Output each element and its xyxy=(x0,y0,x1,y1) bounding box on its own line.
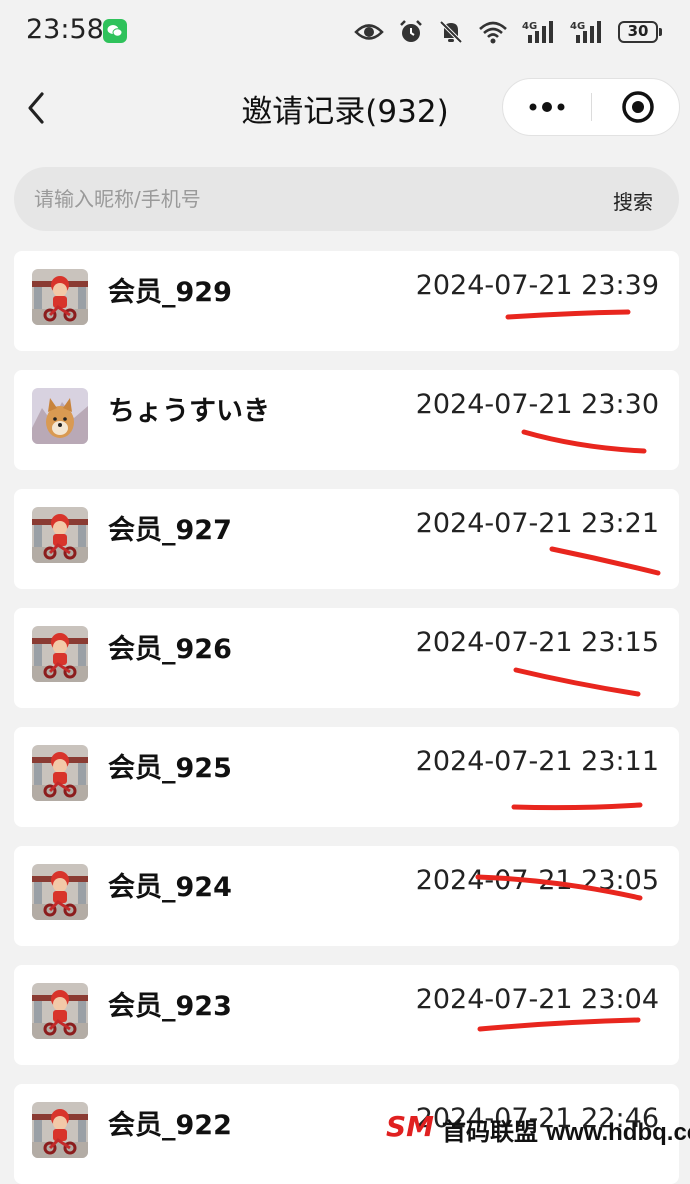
avatar-cartoon-image xyxy=(32,507,88,563)
watermark-name: 首码联盟 xyxy=(442,1118,538,1146)
signal-4g-icon: 4G xyxy=(522,21,553,43)
record-row[interactable]: 会员_926 2024-07-21 23:15 xyxy=(14,608,679,708)
battery-icon: 30 xyxy=(618,21,662,43)
avatar xyxy=(32,388,88,444)
invite-time: 2024-07-21 23:39 xyxy=(415,270,659,301)
avatar xyxy=(32,269,88,325)
member-name: 会员_927 xyxy=(108,515,232,546)
avatar-dog-image xyxy=(32,388,88,444)
invite-time: 2024-07-21 23:05 xyxy=(415,865,659,896)
more-dots-icon xyxy=(529,102,565,112)
avatar-cartoon-image xyxy=(32,745,88,801)
eye-icon xyxy=(354,24,384,40)
status-time: 23:58 xyxy=(26,14,104,45)
avatar xyxy=(32,626,88,682)
member-name: 会员_922 xyxy=(108,1110,232,1141)
member-name: 会员_923 xyxy=(108,991,232,1022)
invite-time: 2024-07-21 23:15 xyxy=(415,627,659,658)
invite-time: 2024-07-21 23:30 xyxy=(415,389,659,420)
signal-4g-icon: 4G xyxy=(570,21,601,43)
avatar xyxy=(32,745,88,801)
close-target-icon xyxy=(622,91,654,123)
avatar-cartoon-image xyxy=(32,864,88,920)
avatar-cartoon-image xyxy=(32,626,88,682)
svg-text:4G: 4G xyxy=(522,21,537,32)
member-name: 会员_925 xyxy=(108,753,232,784)
watermark-text: 首码联盟 www.hdbq.cc xyxy=(442,1112,690,1147)
invite-time: 2024-07-21 23:21 xyxy=(415,508,659,539)
record-row[interactable]: 会员_924 2024-07-21 23:05 xyxy=(14,846,679,946)
mute-bell-icon xyxy=(439,20,463,44)
search-bar: 搜索 xyxy=(14,167,679,231)
back-button[interactable] xyxy=(18,84,58,132)
watermark-url: www.hdbq.cc xyxy=(546,1119,690,1146)
status-icons: 4G 4G 30 xyxy=(354,16,662,48)
alarm-icon xyxy=(400,20,422,42)
search-button[interactable]: 搜索 xyxy=(613,186,653,215)
back-chevron-icon xyxy=(28,92,44,124)
avatar xyxy=(32,983,88,1039)
wechat-icon xyxy=(103,19,127,43)
record-row[interactable]: ちょうすいき 2024-07-21 23:30 xyxy=(14,370,679,470)
invite-time: 2024-07-21 23:04 xyxy=(415,984,659,1015)
svg-text:4G: 4G xyxy=(570,21,585,32)
avatar-cartoon-image xyxy=(32,269,88,325)
close-button[interactable] xyxy=(592,79,680,135)
wifi-icon xyxy=(479,21,507,44)
watermark-logo: SM xyxy=(386,1110,435,1143)
avatar-cartoon-image xyxy=(32,983,88,1039)
member-name: 会员_924 xyxy=(108,872,232,903)
record-row[interactable]: 会员_923 2024-07-21 23:04 xyxy=(14,965,679,1065)
battery-level: 30 xyxy=(618,21,658,43)
member-name: 会员_929 xyxy=(108,277,232,308)
status-bar: 23:58 4G 4G 30 xyxy=(0,0,690,66)
record-row[interactable]: 会员_927 2024-07-21 23:21 xyxy=(14,489,679,589)
member-name: 会员_926 xyxy=(108,634,232,665)
more-button[interactable] xyxy=(503,79,591,135)
record-row[interactable]: 会员_929 2024-07-21 23:39 xyxy=(14,251,679,351)
avatar xyxy=(32,864,88,920)
nav-bar: 邀请记录(932) xyxy=(0,66,690,150)
invite-time: 2024-07-21 23:11 xyxy=(415,746,659,777)
record-row[interactable]: 会员_925 2024-07-21 23:11 xyxy=(14,727,679,827)
watermark: SM 首码联盟 www.hdbq.cc xyxy=(386,1106,690,1146)
search-input[interactable] xyxy=(34,167,574,231)
mini-program-capsule xyxy=(502,78,680,136)
avatar xyxy=(32,507,88,563)
member-name: ちょうすいき xyxy=(108,396,270,427)
